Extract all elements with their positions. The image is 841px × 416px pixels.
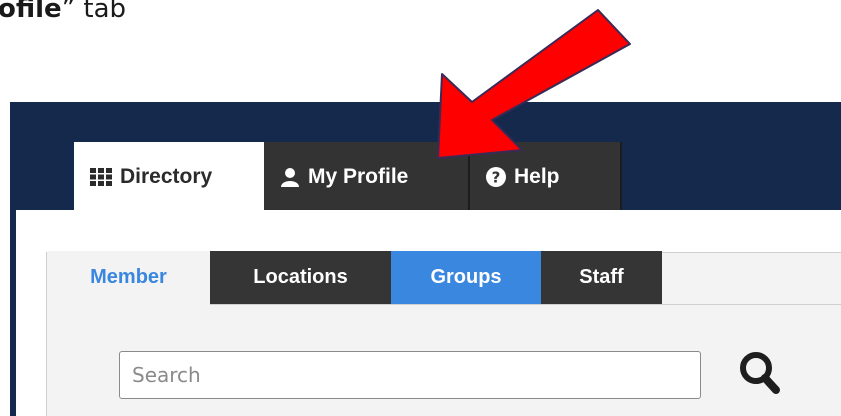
directory-panel: Member Locations Groups Staff bbox=[16, 210, 841, 416]
caption-bold-text: ofile bbox=[0, 0, 62, 24]
user-icon bbox=[280, 167, 300, 187]
tab-help[interactable]: ? Help bbox=[470, 142, 622, 212]
instruction-caption: ofile” tab bbox=[0, 0, 126, 24]
tab-my-profile[interactable]: My Profile bbox=[264, 142, 470, 212]
main-tab-bar: Directory My Profile ? Help bbox=[74, 142, 622, 212]
tab-directory[interactable]: Directory bbox=[74, 142, 264, 212]
caption-text: ” tab bbox=[61, 0, 127, 24]
grid-icon bbox=[90, 168, 112, 186]
subtab-member[interactable]: Member bbox=[47, 251, 210, 304]
directory-content: Member Locations Groups Staff bbox=[46, 251, 841, 416]
subtab-groups[interactable]: Groups bbox=[391, 251, 541, 304]
tab-help-label: Help bbox=[514, 165, 560, 188]
sub-tab-bar: Member Locations Groups Staff bbox=[47, 251, 662, 304]
tab-directory-label: Directory bbox=[120, 165, 213, 188]
tab-my-profile-label: My Profile bbox=[308, 165, 409, 188]
search-input[interactable] bbox=[119, 351, 701, 399]
subtab-staff[interactable]: Staff bbox=[541, 251, 662, 304]
subtab-divider bbox=[210, 304, 841, 305]
question-circle-icon: ? bbox=[486, 167, 506, 187]
subtab-locations[interactable]: Locations bbox=[210, 251, 391, 304]
app-window: Directory My Profile ? Help Member Locat… bbox=[10, 102, 841, 416]
svg-text:?: ? bbox=[492, 169, 501, 187]
search-button[interactable] bbox=[737, 349, 783, 399]
search-icon bbox=[737, 352, 783, 400]
